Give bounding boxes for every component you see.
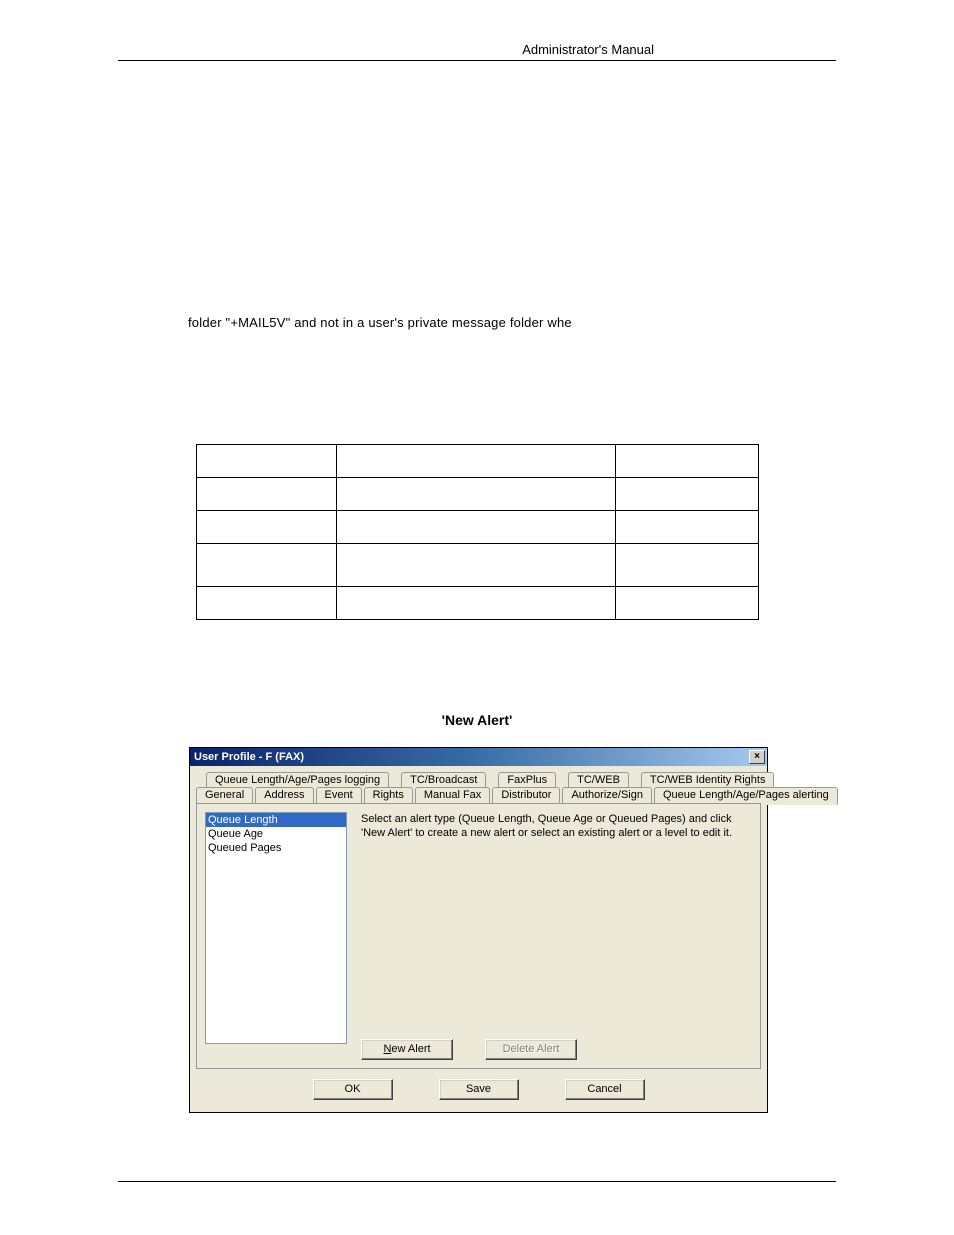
new-alert-button[interactable]: New Alert (361, 1039, 453, 1060)
panel-description: Select an alert type (Queue Length, Queu… (361, 812, 752, 840)
user-profile-dialog: User Profile - F (FAX) × Queue Length/Ag… (189, 747, 768, 1113)
tab-manual-fax[interactable]: Manual Fax (415, 787, 490, 804)
dialog-title: User Profile - F (FAX) (194, 751, 749, 763)
tab-faxplus[interactable]: FaxPlus (498, 772, 556, 788)
footer-rule (118, 1181, 836, 1182)
list-item[interactable]: Queued Pages (206, 841, 346, 855)
close-button[interactable]: × (749, 750, 765, 764)
ok-button[interactable]: OK (313, 1079, 393, 1100)
tab-panel-alerting: Queue Length Queue Age Queued Pages Sele… (196, 803, 761, 1069)
section-title-new-alert: 'New Alert' (0, 712, 954, 728)
table-row (197, 511, 759, 544)
tab-queue-logging[interactable]: Queue Length/Age/Pages logging (206, 772, 389, 788)
tab-rights[interactable]: Rights (364, 787, 413, 804)
tab-tc-web[interactable]: TC/WEB (568, 772, 629, 788)
save-button[interactable]: Save (439, 1079, 519, 1100)
table-row (197, 478, 759, 511)
alert-type-listbox[interactable]: Queue Length Queue Age Queued Pages (205, 812, 347, 1044)
header-rule (118, 57, 836, 61)
table-row (197, 544, 759, 587)
table-row (197, 587, 759, 620)
body-paragraph: folder "+MAIL5V" and not in a user's pri… (188, 315, 572, 330)
tab-event[interactable]: Event (316, 787, 362, 804)
blank-table (196, 444, 759, 620)
list-item[interactable]: Queue Age (206, 827, 346, 841)
list-item[interactable]: Queue Length (206, 813, 346, 827)
delete-alert-button: Delete Alert (485, 1039, 577, 1060)
dialog-titlebar: User Profile - F (FAX) × (190, 748, 767, 766)
tab-authorize-sign[interactable]: Authorize/Sign (562, 787, 652, 804)
table-row (197, 445, 759, 478)
tab-tc-web-identity[interactable]: TC/WEB Identity Rights (641, 772, 775, 788)
tab-tc-broadcast[interactable]: TC/Broadcast (401, 772, 486, 788)
cancel-button[interactable]: Cancel (565, 1079, 645, 1100)
tab-general[interactable]: General (196, 787, 253, 804)
tab-distributor[interactable]: Distributor (492, 787, 560, 804)
tab-address[interactable]: Address (255, 787, 313, 804)
page-header-title: Administrator's Manual (522, 42, 654, 57)
